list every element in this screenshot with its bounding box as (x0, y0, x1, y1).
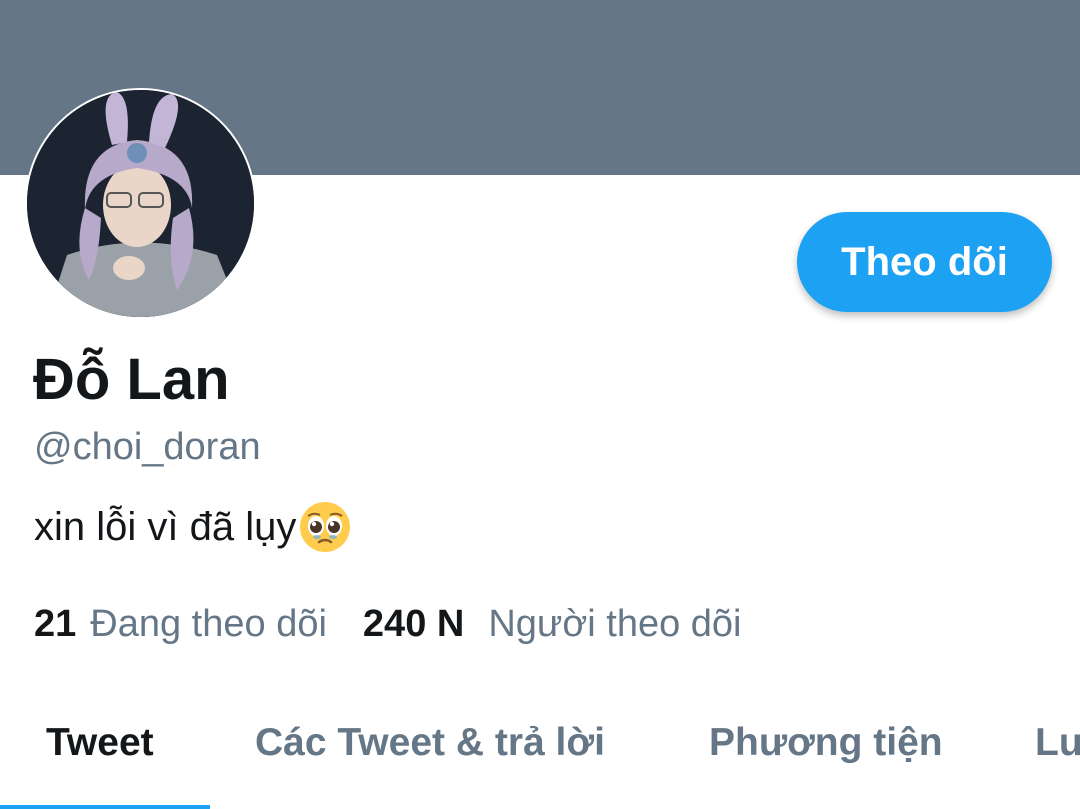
tab-media[interactable]: Phương tiện (709, 715, 943, 809)
profile-avatar[interactable] (27, 90, 254, 317)
tab-tweets-and-replies[interactable]: Các Tweet & trả lời (255, 715, 605, 809)
followers-count: 240 N (362, 603, 465, 645)
following-stat[interactable]: 21 Đang theo dõi (34, 603, 327, 646)
avatar-photo (27, 90, 254, 317)
tab-tweets[interactable]: Tweet (46, 715, 154, 809)
active-tab-indicator (0, 805, 210, 809)
profile-tabs: Tweet Các Tweet & trả lời Phương tiện Lu (0, 715, 1080, 809)
profile-display-name: Đỗ Lan (33, 347, 230, 412)
followers-label: Người theo dõi (488, 603, 742, 645)
pleading-face-icon (298, 500, 352, 554)
following-count: 21 (34, 603, 77, 645)
profile-handle: @choi_doran (34, 426, 261, 468)
following-label: Đang theo dõi (90, 603, 327, 645)
profile-stats: 21 Đang theo dõi 240 N Người theo dõi (34, 603, 742, 646)
follow-button[interactable]: Theo dõi (797, 212, 1052, 312)
followers-stat[interactable]: 240 N Người theo dõi (363, 603, 742, 646)
tab-likes[interactable]: Lu (1035, 715, 1080, 809)
profile-bio: xin lỗi vì đã lụy (34, 500, 352, 554)
bio-text: xin lỗi vì đã lụy (34, 504, 297, 549)
